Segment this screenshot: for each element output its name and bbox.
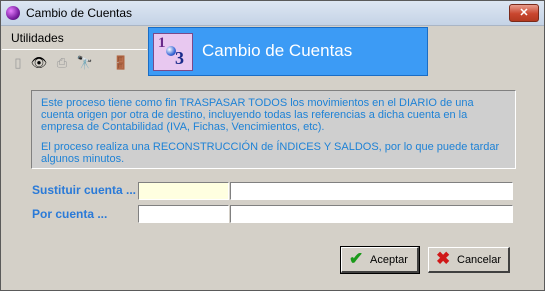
binoculars-icon[interactable]: 🔭 <box>76 54 94 72</box>
page-title: Cambio de Cuentas <box>202 41 353 60</box>
replacement-account-label: Por cuenta ... <box>32 207 108 221</box>
cross-icon: ✖ <box>436 249 451 268</box>
info-panel: Este proceso tiene como fin TRASPASAR TO… <box>31 90 516 169</box>
exit-door-icon[interactable]: 🚪 <box>112 54 130 72</box>
accept-button-label: Aceptar <box>370 254 408 266</box>
view-eye-icon[interactable]: 👁 <box>30 54 48 72</box>
logo-digit-bottom: 3 <box>175 48 184 68</box>
close-button[interactable]: ✕ <box>509 4 539 22</box>
print-icon[interactable]: ⎙ <box>53 54 71 72</box>
new-document-icon[interactable]: ▯ <box>9 54 27 72</box>
info-paragraph-2: El proceso realiza una RECONSTRUCCIÓN de… <box>41 141 500 165</box>
replacement-account-name-input[interactable] <box>230 205 513 223</box>
header-banner: 1 3 Cambio de Cuentas <box>148 27 428 76</box>
substitute-account-label: Sustituir cuenta ... <box>32 183 137 197</box>
menu-bar: Utilidades <box>2 27 147 48</box>
logo-digit-top: 1 <box>158 35 166 51</box>
info-paragraph-1: Este proceso tiene como fin TRASPASAR TO… <box>41 97 474 133</box>
menu-utilidades[interactable]: Utilidades <box>11 31 64 45</box>
substitute-account-code-input[interactable] <box>138 182 229 200</box>
accept-button[interactable]: ✔ Aceptar <box>340 246 420 274</box>
cancel-button-label: Cancelar <box>457 254 502 266</box>
toolbar: ▯ 👁 ⎙ 🔭 🚪 <box>2 49 147 77</box>
module-logo: 1 3 <box>153 33 193 71</box>
app-icon <box>6 6 20 20</box>
dialog-window: Cambio de Cuentas ✕ Utilidades ▯ 👁 ⎙ 🔭 🚪… <box>0 0 545 291</box>
replacement-account-code-input[interactable] <box>138 205 229 223</box>
checkmark-icon: ✔ <box>349 249 364 268</box>
cancel-button[interactable]: ✖ Cancelar <box>428 247 510 273</box>
title-bar[interactable]: Cambio de Cuentas ✕ <box>1 1 544 26</box>
window-title: Cambio de Cuentas <box>26 6 133 20</box>
substitute-account-name-input[interactable] <box>230 182 513 200</box>
